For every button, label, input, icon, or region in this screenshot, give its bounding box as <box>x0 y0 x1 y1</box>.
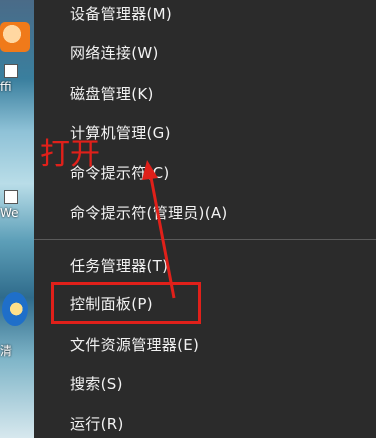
shortcut-arrow-icon <box>4 190 18 204</box>
arrow-line <box>148 171 176 299</box>
desktop-icon-label: ffi <box>0 80 12 94</box>
menu-item-network-connections[interactable]: 网络连接(W) <box>70 41 159 65</box>
menu-item-run[interactable]: 运行(R) <box>70 412 124 436</box>
winx-context-menu: 设备管理器(M) 网络连接(W) 磁盘管理(K) 计算机管理(G) 命令提示符(… <box>34 0 376 438</box>
desktop-icon-label: 清 <box>0 344 13 358</box>
desktop-app-icon[interactable] <box>2 292 28 326</box>
menu-item-file-explorer[interactable]: 文件资源管理器(E) <box>70 333 199 357</box>
menu-item-task-manager[interactable]: 任务管理器(T) <box>70 254 168 278</box>
menu-item-device-manager[interactable]: 设备管理器(M) <box>70 2 172 26</box>
desktop-icon-label: We <box>0 206 19 220</box>
desktop-app-icon[interactable] <box>0 22 30 52</box>
menu-item-command-prompt-admin[interactable]: 命令提示符(管理员)(A) <box>70 201 228 225</box>
highlight-box <box>51 282 201 324</box>
annotation-label: 打开 <box>40 137 100 172</box>
menu-separator <box>34 239 376 240</box>
menu-item-disk-management[interactable]: 磁盘管理(K) <box>70 82 154 106</box>
menu-item-search[interactable]: 搜索(S) <box>70 372 123 396</box>
shortcut-arrow-icon <box>4 64 18 78</box>
desktop-background: ffi We 清 <box>0 0 34 438</box>
